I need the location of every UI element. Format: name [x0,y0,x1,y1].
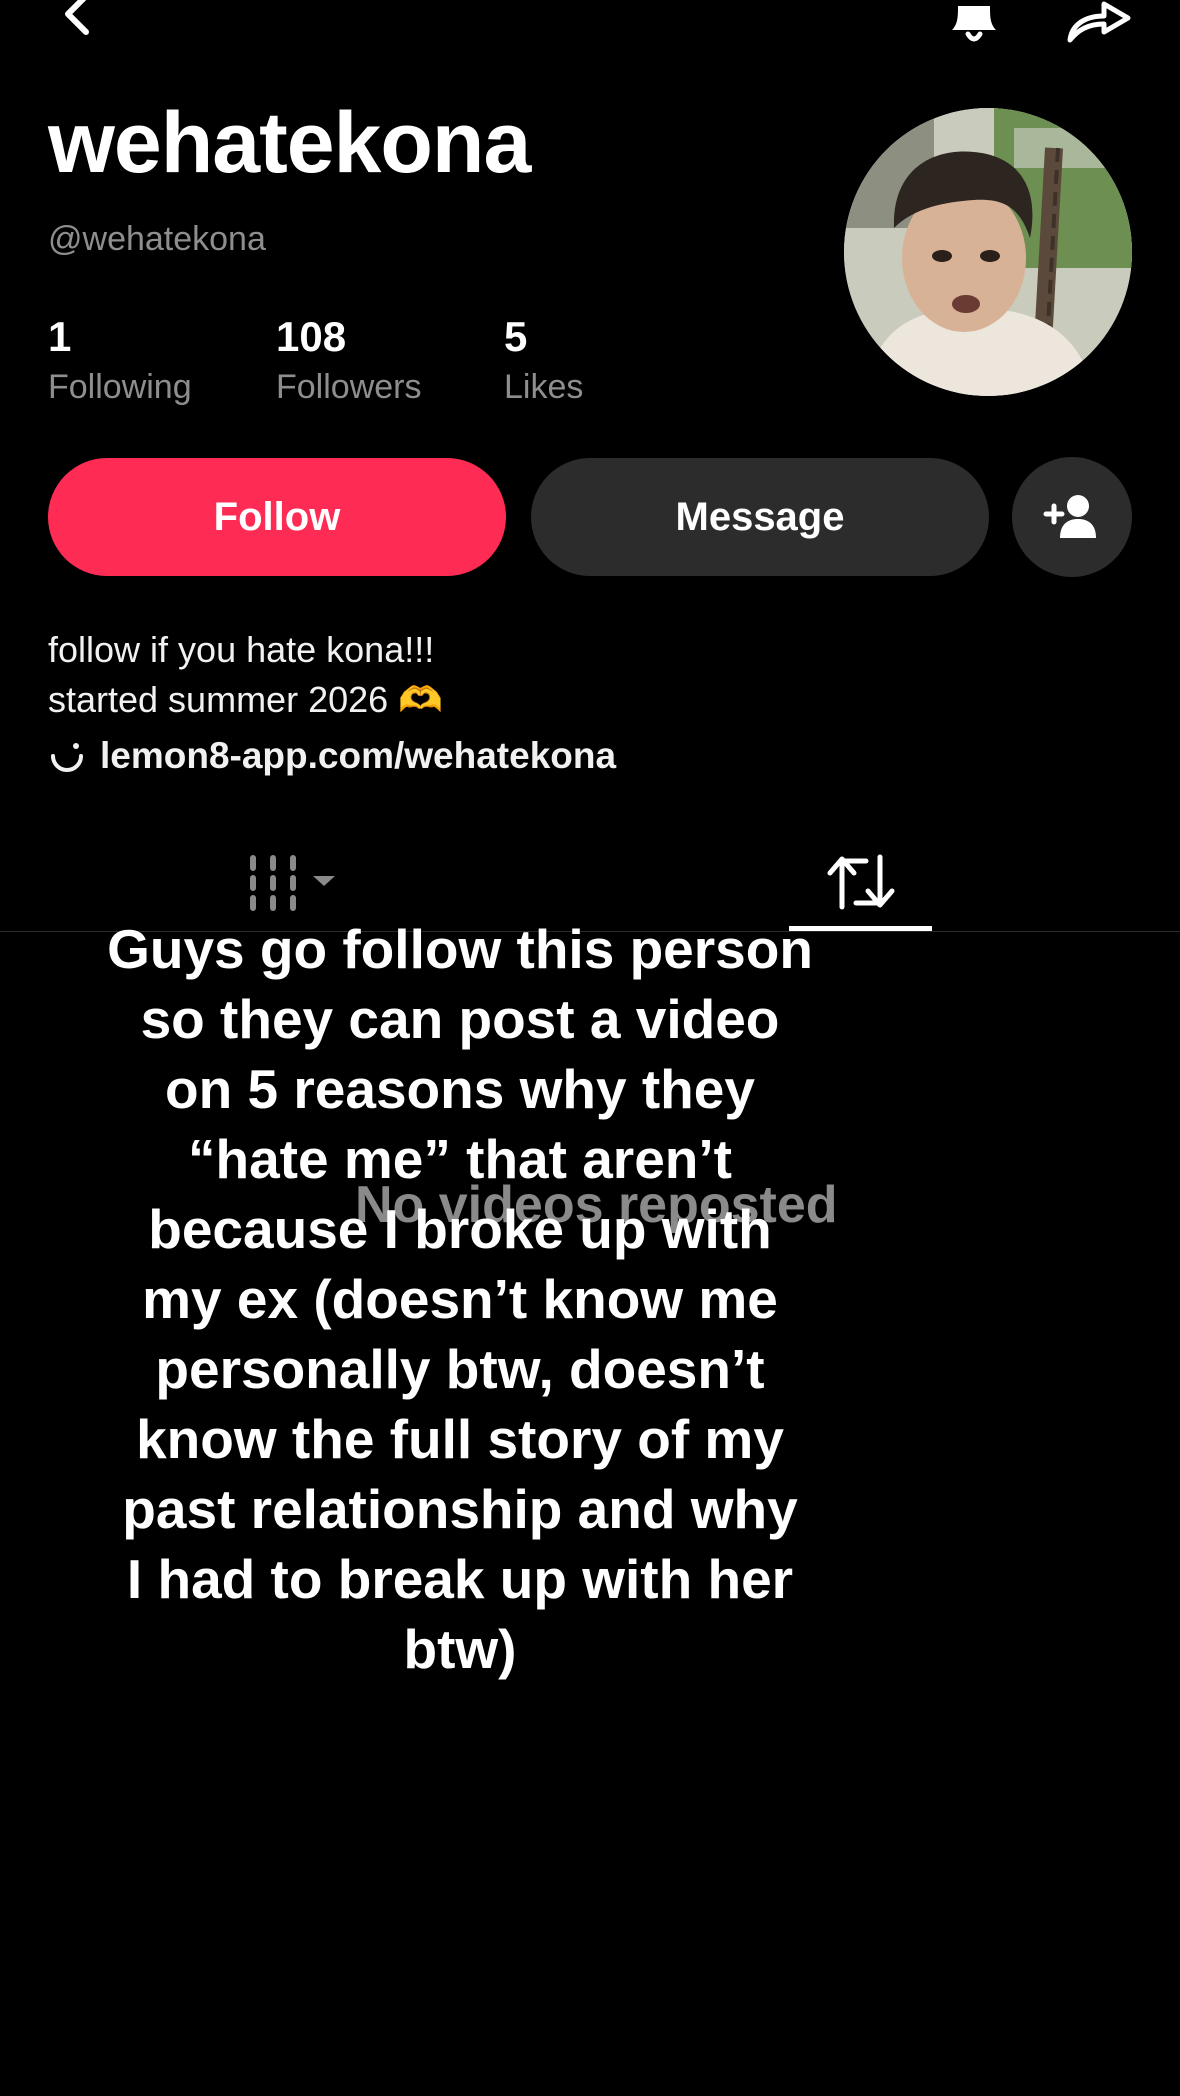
profile-display-name: wehatekona [48,95,531,191]
following-label: Following [48,368,192,406]
bio-line-1: follow if you hate kona!!! [48,629,435,670]
add-user-button[interactable] [1012,457,1132,577]
bio-link-text: lemon8-app.com/wehatekona [100,735,617,776]
followers-count: 108 [276,313,347,360]
following-count: 1 [48,313,72,360]
stat-followers[interactable]: 108 Followers [276,313,422,406]
link-icon [51,743,83,772]
followers-label: Followers [276,368,422,406]
grid-icon [250,855,335,911]
bell-icon[interactable] [944,0,1004,46]
follow-button[interactable]: Follow [48,458,506,576]
stat-likes[interactable]: 5 Likes [504,313,584,406]
message-button[interactable]: Message [531,458,989,576]
bio-line-2: started summer 2026 🫶 [48,679,443,720]
overlay-caption: Guys go follow this person so they can p… [107,918,813,1680]
add-user-icon [1043,495,1096,538]
profile-username: @wehatekona [48,220,266,258]
likes-label: Likes [504,368,584,406]
likes-count: 5 [504,313,528,360]
repost-icon [827,854,894,910]
share-icon[interactable] [1064,0,1134,46]
stat-following[interactable]: 1 Following [48,313,192,406]
back-icon[interactable] [56,0,106,40]
avatar-photo [844,108,1132,396]
bio-link[interactable]: lemon8-app.com/wehatekona [48,735,616,777]
avatar[interactable] [844,108,1132,396]
